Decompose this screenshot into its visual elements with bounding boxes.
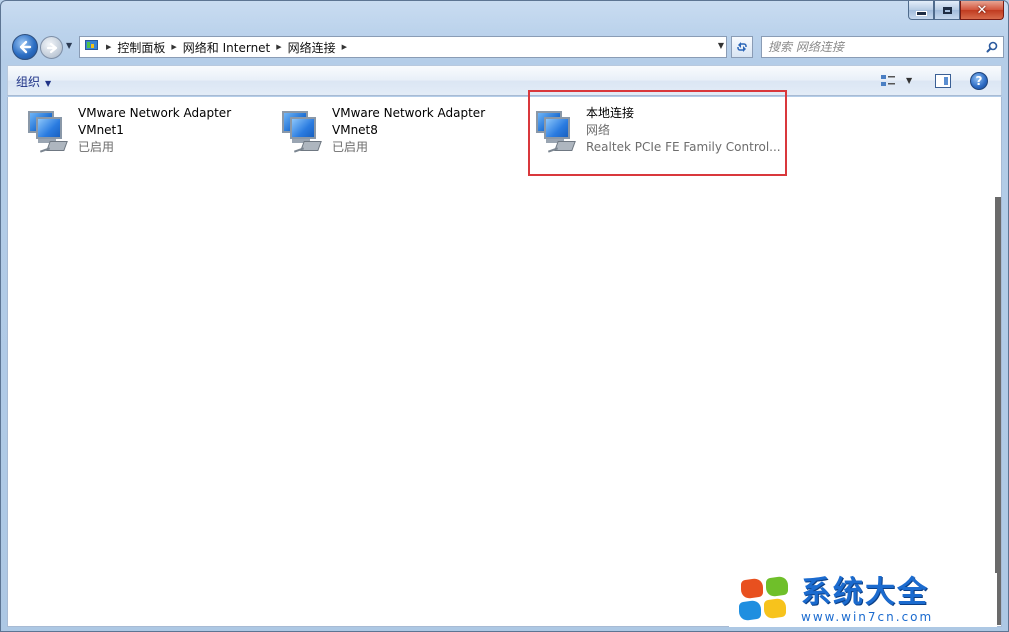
control-panel-icon xyxy=(84,39,100,55)
watermark: 系统大全 www.win7cn.com xyxy=(729,573,997,627)
arrow-left-icon xyxy=(19,40,32,54)
minimize-button[interactable] xyxy=(908,1,934,20)
breadcrumb-network-internet[interactable]: 网络和 Internet xyxy=(183,39,270,56)
arrow-right-icon xyxy=(46,42,57,53)
connection-device: VMnet8 xyxy=(332,123,378,137)
watermark-title: 系统大全 xyxy=(801,575,929,610)
windows-logo-icon xyxy=(733,575,795,624)
organize-label: 组织 xyxy=(16,75,41,89)
chevron-right-icon[interactable]: ▶ xyxy=(342,43,347,51)
chevron-down-icon: ▼ xyxy=(45,79,52,88)
refresh-icon xyxy=(737,42,747,52)
forward-button[interactable] xyxy=(40,36,63,59)
breadcrumb-network-connections[interactable]: 网络连接 xyxy=(288,39,336,56)
connection-name: VMware Network Adapter xyxy=(332,106,486,120)
connection-item-vmnet1[interactable]: VMware Network Adapter VMnet1 已启用 xyxy=(24,105,231,177)
history-dropdown-icon[interactable]: ▼ xyxy=(66,41,72,50)
caption-buttons: ✕ xyxy=(908,1,1004,21)
connections-view: VMware Network Adapter VMnet1 已启用 VMware… xyxy=(7,90,1002,627)
network-adapter-icon xyxy=(278,109,328,159)
chevron-right-icon[interactable]: ▶ xyxy=(171,43,176,51)
minimize-icon xyxy=(915,10,927,16)
back-button[interactable] xyxy=(12,34,38,60)
search-box xyxy=(761,36,1004,58)
change-view-icon[interactable] xyxy=(880,73,896,89)
help-button[interactable]: ? xyxy=(970,72,988,90)
connection-item-vmnet8[interactable]: VMware Network Adapter VMnet8 已启用 xyxy=(278,105,485,177)
close-button[interactable]: ✕ xyxy=(960,1,1004,20)
explorer-window: ✕ ▼ ▶ 控制面板 ▶ 网络和 Internet ▶ 网络连接 ▶ ▼ 搜索 … xyxy=(0,0,1009,632)
maximize-icon xyxy=(942,6,952,14)
connection-name: VMware Network Adapter xyxy=(78,106,232,120)
close-icon: ✕ xyxy=(976,2,988,18)
navigation-bar: ▼ ▶ 控制面板 ▶ 网络和 Internet ▶ 网络连接 ▶ ▼ xyxy=(9,33,1004,61)
watermark-url: www.win7cn.com xyxy=(801,610,934,624)
highlight-box xyxy=(528,90,787,176)
scrollbar[interactable] xyxy=(995,197,1001,625)
network-adapter-icon xyxy=(24,109,74,159)
connection-status: 已启用 xyxy=(332,140,369,154)
chevron-right-icon[interactable]: ▶ xyxy=(106,43,111,51)
help-icon: ? xyxy=(975,74,983,88)
refresh-button[interactable] xyxy=(731,36,753,58)
maximize-button[interactable] xyxy=(934,1,960,20)
search-icon[interactable] xyxy=(986,41,998,53)
address-bar[interactable]: ▶ 控制面板 ▶ 网络和 Internet ▶ 网络连接 ▶ ▼ xyxy=(79,36,727,58)
connection-status: 已启用 xyxy=(78,140,115,154)
address-dropdown-icon[interactable]: ▼ xyxy=(718,41,724,50)
breadcrumb-control-panel[interactable]: 控制面板 xyxy=(117,39,165,56)
preview-pane-button[interactable] xyxy=(935,74,951,88)
connection-device: VMnet1 xyxy=(78,123,124,137)
command-bar: 组织 ▼ ▼ ? xyxy=(7,65,1002,96)
search-input[interactable] xyxy=(768,40,978,54)
organize-button[interactable]: 组织 ▼ xyxy=(16,73,51,90)
chevron-right-icon[interactable]: ▶ xyxy=(276,43,281,51)
view-dropdown-icon[interactable]: ▼ xyxy=(906,76,912,85)
